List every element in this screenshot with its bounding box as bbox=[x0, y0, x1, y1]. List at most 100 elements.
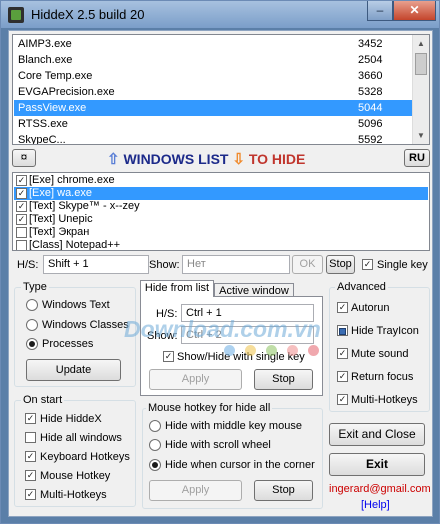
hide-trayicon-label: Hide TrayIcon bbox=[351, 325, 419, 337]
exit-button[interactable]: Exit bbox=[329, 453, 425, 476]
process-row[interactable]: EVGAPrecision.exe 5328 bbox=[14, 84, 413, 100]
stop-button[interactable]: Stop bbox=[326, 255, 355, 274]
hs-hotkey-field[interactable]: Shift + 1 bbox=[43, 255, 149, 274]
hide-list-item[interactable]: ✓ [Exe] chrome.exe bbox=[14, 174, 428, 187]
hide-item-checkbox[interactable]: ✓ bbox=[16, 201, 27, 212]
ok-button[interactable]: OK bbox=[292, 255, 323, 274]
author-email-link[interactable]: ingerard@gmail.com bbox=[329, 483, 431, 495]
process-name: Core Temp.exe bbox=[18, 70, 93, 82]
hide-list[interactable]: ✓ [Exe] chrome.exe ✓ [Exe] wa.exe ✓ [Text] … bbox=[12, 172, 430, 251]
hide-trayicon-checkbox[interactable] bbox=[337, 325, 348, 336]
process-list-scrollbar[interactable]: ▲ ▼ bbox=[412, 35, 429, 144]
hide-all-windows-label: Hide all windows bbox=[40, 432, 122, 444]
arrow-up-icon: ⇧ bbox=[107, 151, 120, 168]
mouse-apply-button[interactable]: Apply bbox=[149, 480, 242, 501]
keyboard-hotkeys-checkbox[interactable]: ✓ bbox=[25, 451, 36, 462]
hide-item-checkbox[interactable]: ✓ bbox=[16, 175, 27, 186]
radio-processes[interactable] bbox=[26, 338, 38, 350]
show-hotkey-field[interactable]: Нет bbox=[182, 255, 290, 274]
scroll-thumb[interactable] bbox=[415, 53, 427, 75]
process-name: AIMP3.exe bbox=[18, 38, 72, 50]
autorun-checkbox[interactable]: ✓ bbox=[337, 302, 348, 313]
client-area: AIMP3.exe 3452 Blanch.exe 2504 Core Temp.e… bbox=[8, 30, 433, 517]
hide-list-item[interactable]: [Class] Notepad++ bbox=[14, 239, 428, 251]
process-name: SkypeC... bbox=[18, 134, 66, 145]
list-banner: ⇧ WINDOWS LIST ⇩ TO HIDE bbox=[107, 150, 337, 170]
update-button[interactable]: Update bbox=[26, 359, 121, 381]
radio-cursor-corner[interactable] bbox=[149, 459, 161, 471]
radio-windows-classes-label: Windows Classes bbox=[42, 319, 129, 331]
process-row[interactable]: Blanch.exe 2504 bbox=[14, 52, 413, 68]
process-name: RTSS.exe bbox=[18, 118, 68, 130]
radio-windows-text-label: Windows Text bbox=[42, 299, 110, 311]
single-key-checkbox[interactable]: ✓ bbox=[362, 259, 373, 270]
radio-windows-classes[interactable] bbox=[26, 319, 38, 331]
mouse-hotkey-label: Mouse Hotkey bbox=[40, 470, 111, 482]
hide-list-item[interactable]: [Text] Экран bbox=[14, 226, 428, 239]
process-list[interactable]: AIMP3.exe 3452 Blanch.exe 2504 Core Temp.e… bbox=[12, 34, 430, 145]
mouse-stop-button[interactable]: Stop bbox=[254, 480, 313, 501]
hide-all-windows-checkbox[interactable] bbox=[25, 432, 36, 443]
title-bar[interactable]: HiddeX 2.5 build 20 – ✕ bbox=[1, 1, 439, 28]
help-link[interactable]: [Help] bbox=[361, 499, 390, 511]
autorun-label: Autorun bbox=[351, 302, 390, 314]
hide-list-item-selected[interactable]: ✓ [Exe] wa.exe bbox=[14, 187, 428, 200]
close-button[interactable]: ✕ bbox=[393, 1, 436, 21]
mute-sound-checkbox[interactable]: ✓ bbox=[337, 348, 348, 359]
process-name: PassView.exe bbox=[18, 102, 87, 114]
mouse-hotkey-checkbox[interactable]: ✓ bbox=[25, 470, 36, 481]
advanced-multi-hotkeys-checkbox[interactable]: ✓ bbox=[337, 394, 348, 405]
process-pid: 2504 bbox=[358, 54, 383, 66]
hide-item-checkbox[interactable]: ✓ bbox=[16, 188, 27, 199]
radio-cursor-corner-label: Hide when cursor in the corner bbox=[165, 459, 315, 471]
watermark-dot bbox=[245, 345, 256, 356]
process-name: EVGAPrecision.exe bbox=[18, 86, 115, 98]
single-key-toggle-checkbox[interactable]: ✓ bbox=[163, 351, 174, 362]
radio-middle-key[interactable] bbox=[149, 420, 161, 432]
process-pid: 5044 bbox=[358, 102, 383, 114]
tab-apply-button[interactable]: Apply bbox=[149, 369, 242, 390]
radio-windows-text[interactable] bbox=[26, 299, 38, 311]
hide-item-checkbox[interactable] bbox=[16, 227, 27, 238]
windows-list-heading: WINDOWS LIST bbox=[123, 151, 229, 167]
watermark-dot bbox=[266, 345, 277, 356]
mouse-hotkey-group-title: Mouse hotkey for hide all bbox=[146, 402, 273, 414]
hide-item-label: [Text] Skype™ - x--zey bbox=[29, 200, 140, 212]
process-row[interactable]: RTSS.exe 5096 bbox=[14, 116, 413, 132]
process-row[interactable]: Core Temp.exe 3660 bbox=[14, 68, 413, 84]
hide-item-label: [Exe] chrome.exe bbox=[29, 174, 115, 186]
tab-hide-from-list[interactable]: Hide from list bbox=[140, 280, 214, 297]
onstart-multi-hotkeys-checkbox[interactable]: ✓ bbox=[25, 489, 36, 500]
process-row-selected[interactable]: PassView.exe 5044 bbox=[14, 100, 413, 116]
advanced-group-title: Advanced bbox=[335, 281, 388, 293]
hide-list-item[interactable]: ✓ [Text] Skype™ - x--zey bbox=[14, 200, 428, 213]
hide-item-checkbox[interactable]: ✓ bbox=[16, 214, 27, 225]
hide-item-checkbox[interactable] bbox=[16, 240, 27, 250]
scroll-down-icon[interactable]: ▼ bbox=[413, 127, 429, 144]
return-focus-checkbox[interactable]: ✓ bbox=[337, 371, 348, 382]
hide-item-label: [Class] Notepad++ bbox=[29, 239, 121, 251]
watermark-dot bbox=[287, 345, 298, 356]
options-button[interactable]: ¤ bbox=[12, 149, 36, 167]
minimize-button[interactable]: – bbox=[367, 1, 393, 21]
radio-scroll-wheel-label: Hide with scroll wheel bbox=[165, 439, 271, 451]
to-hide-heading: TO HIDE bbox=[248, 151, 306, 167]
process-name: Blanch.exe bbox=[18, 54, 73, 66]
watermark-text: Download.com.vn bbox=[124, 316, 321, 342]
language-button[interactable]: RU bbox=[404, 149, 430, 167]
process-pid: 5328 bbox=[358, 86, 383, 98]
radio-processes-label: Processes bbox=[42, 338, 94, 350]
process-pid: 5096 bbox=[358, 118, 383, 130]
tab-stop-button[interactable]: Stop bbox=[254, 369, 313, 390]
advanced-multi-hotkeys-label: Multi-Hotkeys bbox=[351, 394, 418, 406]
process-row[interactable]: AIMP3.exe 3452 bbox=[14, 36, 413, 52]
exit-and-close-button[interactable]: Exit and Close bbox=[329, 423, 425, 446]
watermark-dot bbox=[224, 345, 235, 356]
hide-list-item[interactable]: ✓ [Text] Unepic bbox=[14, 213, 428, 226]
hide-hiddex-label: Hide HiddeX bbox=[40, 413, 102, 425]
scroll-up-icon[interactable]: ▲ bbox=[413, 35, 429, 52]
process-row[interactable]: SkypeC... 5592 bbox=[14, 132, 413, 145]
hide-hiddex-checkbox[interactable]: ✓ bbox=[25, 413, 36, 424]
radio-scroll-wheel[interactable] bbox=[149, 439, 161, 451]
hide-item-label: [Exe] wa.exe bbox=[29, 187, 92, 199]
